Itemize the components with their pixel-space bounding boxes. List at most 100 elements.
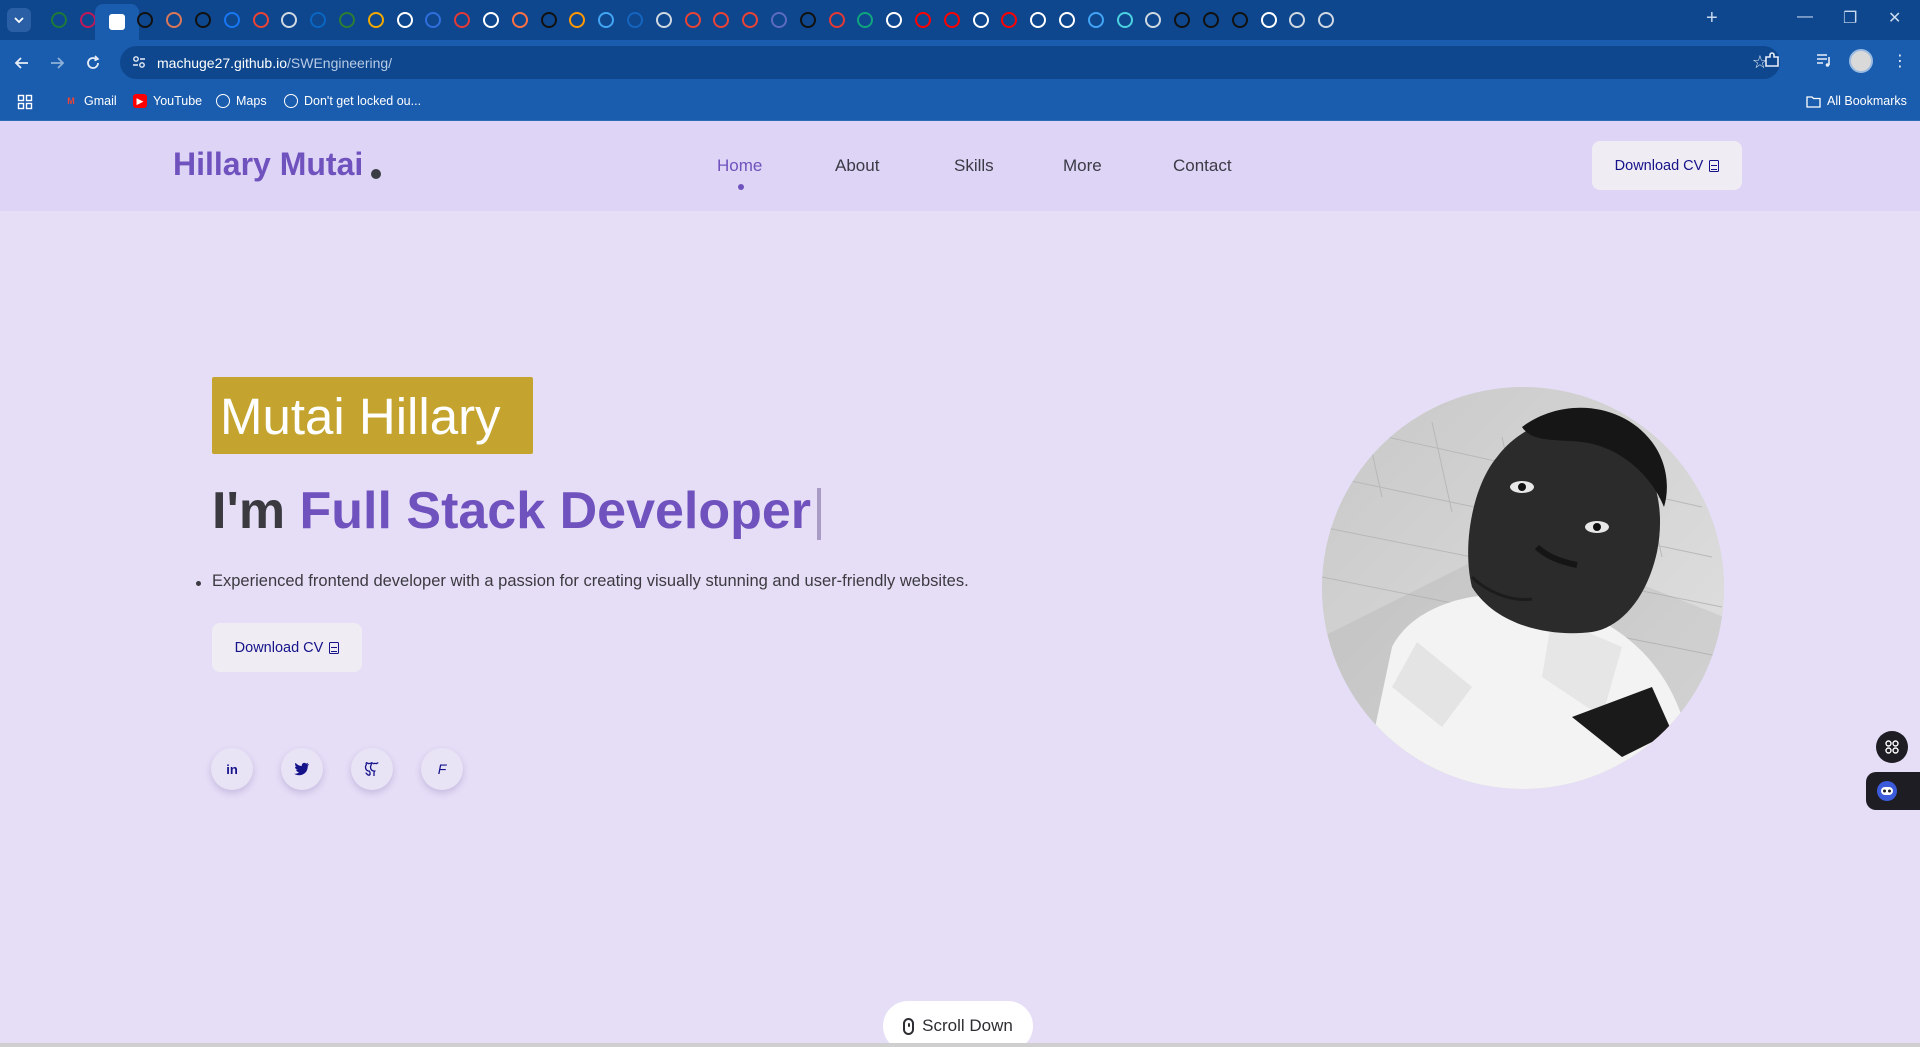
gmail-icon (742, 12, 758, 28)
tab[interactable] (1027, 9, 1049, 31)
chatgpt-icon (1174, 12, 1190, 28)
bookmark-maps[interactable]: Maps (216, 94, 267, 108)
tab[interactable] (278, 9, 300, 31)
github-icon (397, 12, 413, 28)
tab[interactable] (250, 9, 272, 31)
nav-home[interactable]: Home (717, 156, 762, 176)
profile-photo (1322, 387, 1724, 789)
chatgpt-icon (1203, 12, 1219, 28)
tab[interactable] (336, 9, 358, 31)
tab[interactable] (1142, 9, 1164, 31)
tab[interactable] (1315, 9, 1337, 31)
reload-icon (87, 55, 100, 69)
profile-avatar[interactable] (1849, 49, 1873, 73)
menu-dots-icon[interactable]: ⋮ (1892, 51, 1908, 71)
assistant-side-button[interactable] (1866, 772, 1920, 810)
new-tab-button[interactable]: + (1706, 7, 1718, 30)
tab-active[interactable] (95, 4, 139, 40)
tab[interactable] (912, 9, 934, 31)
forward-button[interactable] (46, 52, 68, 74)
header-download-cv-button[interactable]: Download CV (1592, 141, 1742, 190)
tab-search-button[interactable] (7, 8, 31, 32)
site-icon (512, 12, 528, 28)
nav-contact[interactable]: Contact (1173, 156, 1232, 176)
bookmark-locked-out[interactable]: Don't get locked ou... (284, 94, 421, 108)
tab[interactable] (1114, 9, 1136, 31)
tab[interactable] (307, 9, 329, 31)
tab[interactable] (192, 9, 214, 31)
tab[interactable] (1085, 9, 1107, 31)
tab[interactable] (768, 9, 790, 31)
tab[interactable] (797, 9, 819, 31)
github-link[interactable] (351, 748, 393, 790)
apps-grid-icon[interactable] (17, 94, 33, 110)
bookmark-label: Maps (236, 94, 267, 108)
media-control-icon[interactable] (1815, 51, 1833, 74)
tab[interactable] (451, 9, 473, 31)
scroll-down-button[interactable]: Scroll Down (883, 1001, 1033, 1047)
globe-icon (284, 94, 298, 108)
restore-icon[interactable]: ❐ (1843, 8, 1857, 28)
tab[interactable] (854, 9, 876, 31)
site-logo[interactable]: Hillary Mutai (173, 146, 363, 183)
tab[interactable] (48, 9, 70, 31)
document-icon (329, 641, 340, 654)
tab[interactable] (1200, 9, 1222, 31)
reload-button[interactable] (82, 52, 104, 74)
tab[interactable] (365, 9, 387, 31)
globe-icon (1289, 12, 1305, 28)
tab[interactable] (1286, 9, 1308, 31)
close-icon[interactable]: ✕ (1888, 8, 1901, 28)
linkedin-icon (310, 12, 326, 28)
chatgpt-icon (195, 12, 211, 28)
chatgpt-icon (886, 12, 902, 28)
tab[interactable] (682, 9, 704, 31)
nav-about[interactable]: About (835, 156, 879, 176)
nav-more[interactable]: More (1063, 156, 1102, 176)
tab[interactable] (739, 9, 761, 31)
back-button[interactable] (11, 52, 33, 74)
tab[interactable] (538, 9, 560, 31)
address-bar[interactable]: machuge27.github.io/SWEngineering/ ☆ (120, 46, 1780, 79)
tab[interactable] (1056, 9, 1078, 31)
tab[interactable] (826, 9, 848, 31)
tab[interactable] (566, 9, 588, 31)
tab[interactable] (394, 9, 416, 31)
tab[interactable] (1258, 9, 1280, 31)
tab[interactable] (970, 9, 992, 31)
tab[interactable] (1229, 9, 1251, 31)
linkedin-link[interactable]: in (211, 748, 253, 790)
browser-toolbar: machuge27.github.io/SWEngineering/ ☆ ⋮ (0, 40, 1920, 85)
tab[interactable] (1171, 9, 1193, 31)
facebook-link[interactable]: F (421, 748, 463, 790)
twitter-link[interactable] (281, 748, 323, 790)
site-info-icon[interactable] (131, 54, 147, 70)
nav-skills[interactable]: Skills (954, 156, 994, 176)
tab[interactable] (883, 9, 905, 31)
tab[interactable] (163, 9, 185, 31)
tab[interactable] (422, 9, 444, 31)
apps-fab[interactable] (1876, 731, 1908, 763)
tab[interactable] (653, 9, 675, 31)
bookmark-youtube[interactable]: ▶ YouTube (133, 94, 202, 108)
all-bookmarks[interactable]: All Bookmarks (1806, 94, 1907, 108)
site-icon (829, 12, 845, 28)
github-icon (364, 762, 379, 776)
tab[interactable] (509, 9, 531, 31)
extensions-icon[interactable] (1763, 51, 1781, 74)
scroll-down-label: Scroll Down (922, 1016, 1013, 1035)
bookmark-gmail[interactable]: M Gmail (64, 94, 116, 108)
hero-download-cv-button[interactable]: Download CV (212, 623, 362, 672)
tab[interactable] (595, 9, 617, 31)
tab[interactable] (624, 9, 646, 31)
tab[interactable] (998, 9, 1020, 31)
tab[interactable] (941, 9, 963, 31)
tab[interactable] (134, 9, 156, 31)
tab[interactable] (710, 9, 732, 31)
download-cv-label: Download CV (234, 639, 324, 656)
google-icon (1059, 12, 1075, 28)
tab[interactable] (221, 9, 243, 31)
tab[interactable] (480, 9, 502, 31)
bot-icon (1877, 781, 1897, 801)
minimize-icon[interactable]: — (1797, 8, 1813, 26)
